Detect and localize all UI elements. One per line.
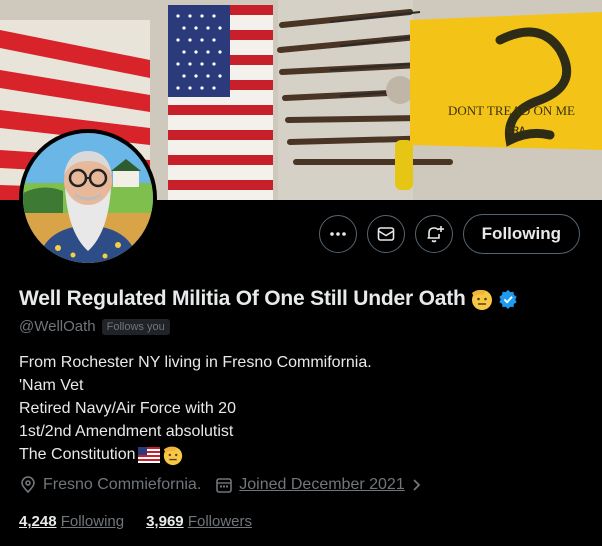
following-button[interactable]: Following [462, 214, 580, 254]
avatar[interactable] [19, 129, 157, 267]
more-icon [329, 232, 346, 236]
saluting-face-emoji-icon [471, 289, 492, 310]
message-button[interactable] [366, 215, 405, 253]
verified-icon[interactable] [498, 289, 518, 309]
followers-stat[interactable]: 3,969 Followers [146, 513, 252, 530]
chevron-right-icon [413, 479, 420, 491]
location-text: Fresno Commiefornia. [43, 476, 202, 493]
joined-text[interactable]: Joined December 2021 [239, 476, 404, 494]
avatar-image [23, 133, 153, 263]
svg-text:DONT TREAD ON ME: DONT TREAD ON ME [448, 103, 575, 118]
following-label: Following [60, 513, 125, 530]
handle: @WellOath [19, 318, 96, 335]
bio-line: 'Nam Vet [19, 377, 84, 394]
profile-name-row: Well Regulated Militia Of One Still Unde… [19, 287, 518, 311]
bio-line: 1st/2nd Amendment absolutist [19, 423, 234, 440]
banner-us-flag [168, 5, 273, 200]
handle-row: @WellOath Follows you [19, 318, 170, 335]
display-name: Well Regulated Militia Of One Still Unde… [19, 287, 466, 310]
bio-line-last: The Constitution [19, 443, 372, 466]
following-stat[interactable]: 4,248 Following [19, 513, 124, 530]
joined-date[interactable]: Joined December 2021 [215, 476, 422, 494]
profile-actions: Following [318, 214, 580, 254]
location: Fresno Commiefornia. [19, 476, 201, 494]
us-flag-emoji-icon [137, 446, 160, 463]
bio-line: From Rochester NY living in Fresno Commi… [19, 354, 372, 371]
followers-label: Followers [187, 513, 252, 530]
banner-gadsden-flag: DONT TREAD ON ME NRA [410, 12, 602, 150]
follow-stats: 4,248 Following 3,969 Followers [19, 513, 252, 530]
location-icon [21, 476, 35, 494]
followers-count: 3,969 [146, 513, 184, 530]
profile-meta: Fresno Commiefornia. Joined December 202… [19, 476, 437, 494]
mail-icon [377, 227, 394, 241]
calendar-icon [216, 478, 233, 493]
follows-you-badge: Follows you [101, 318, 170, 335]
bio-line: The Constitution [19, 446, 136, 463]
following-count: 4,248 [19, 513, 57, 530]
notifications-button[interactable] [414, 215, 453, 253]
svg-text:NRA: NRA [506, 125, 526, 135]
saluting-face-emoji-icon [163, 446, 182, 465]
more-button[interactable] [318, 215, 357, 253]
bio-line: Retired Navy/Air Force with 20 [19, 400, 236, 417]
bell-plus-icon [427, 226, 444, 243]
bio: From Rochester NY living in Fresno Commi… [19, 351, 372, 466]
